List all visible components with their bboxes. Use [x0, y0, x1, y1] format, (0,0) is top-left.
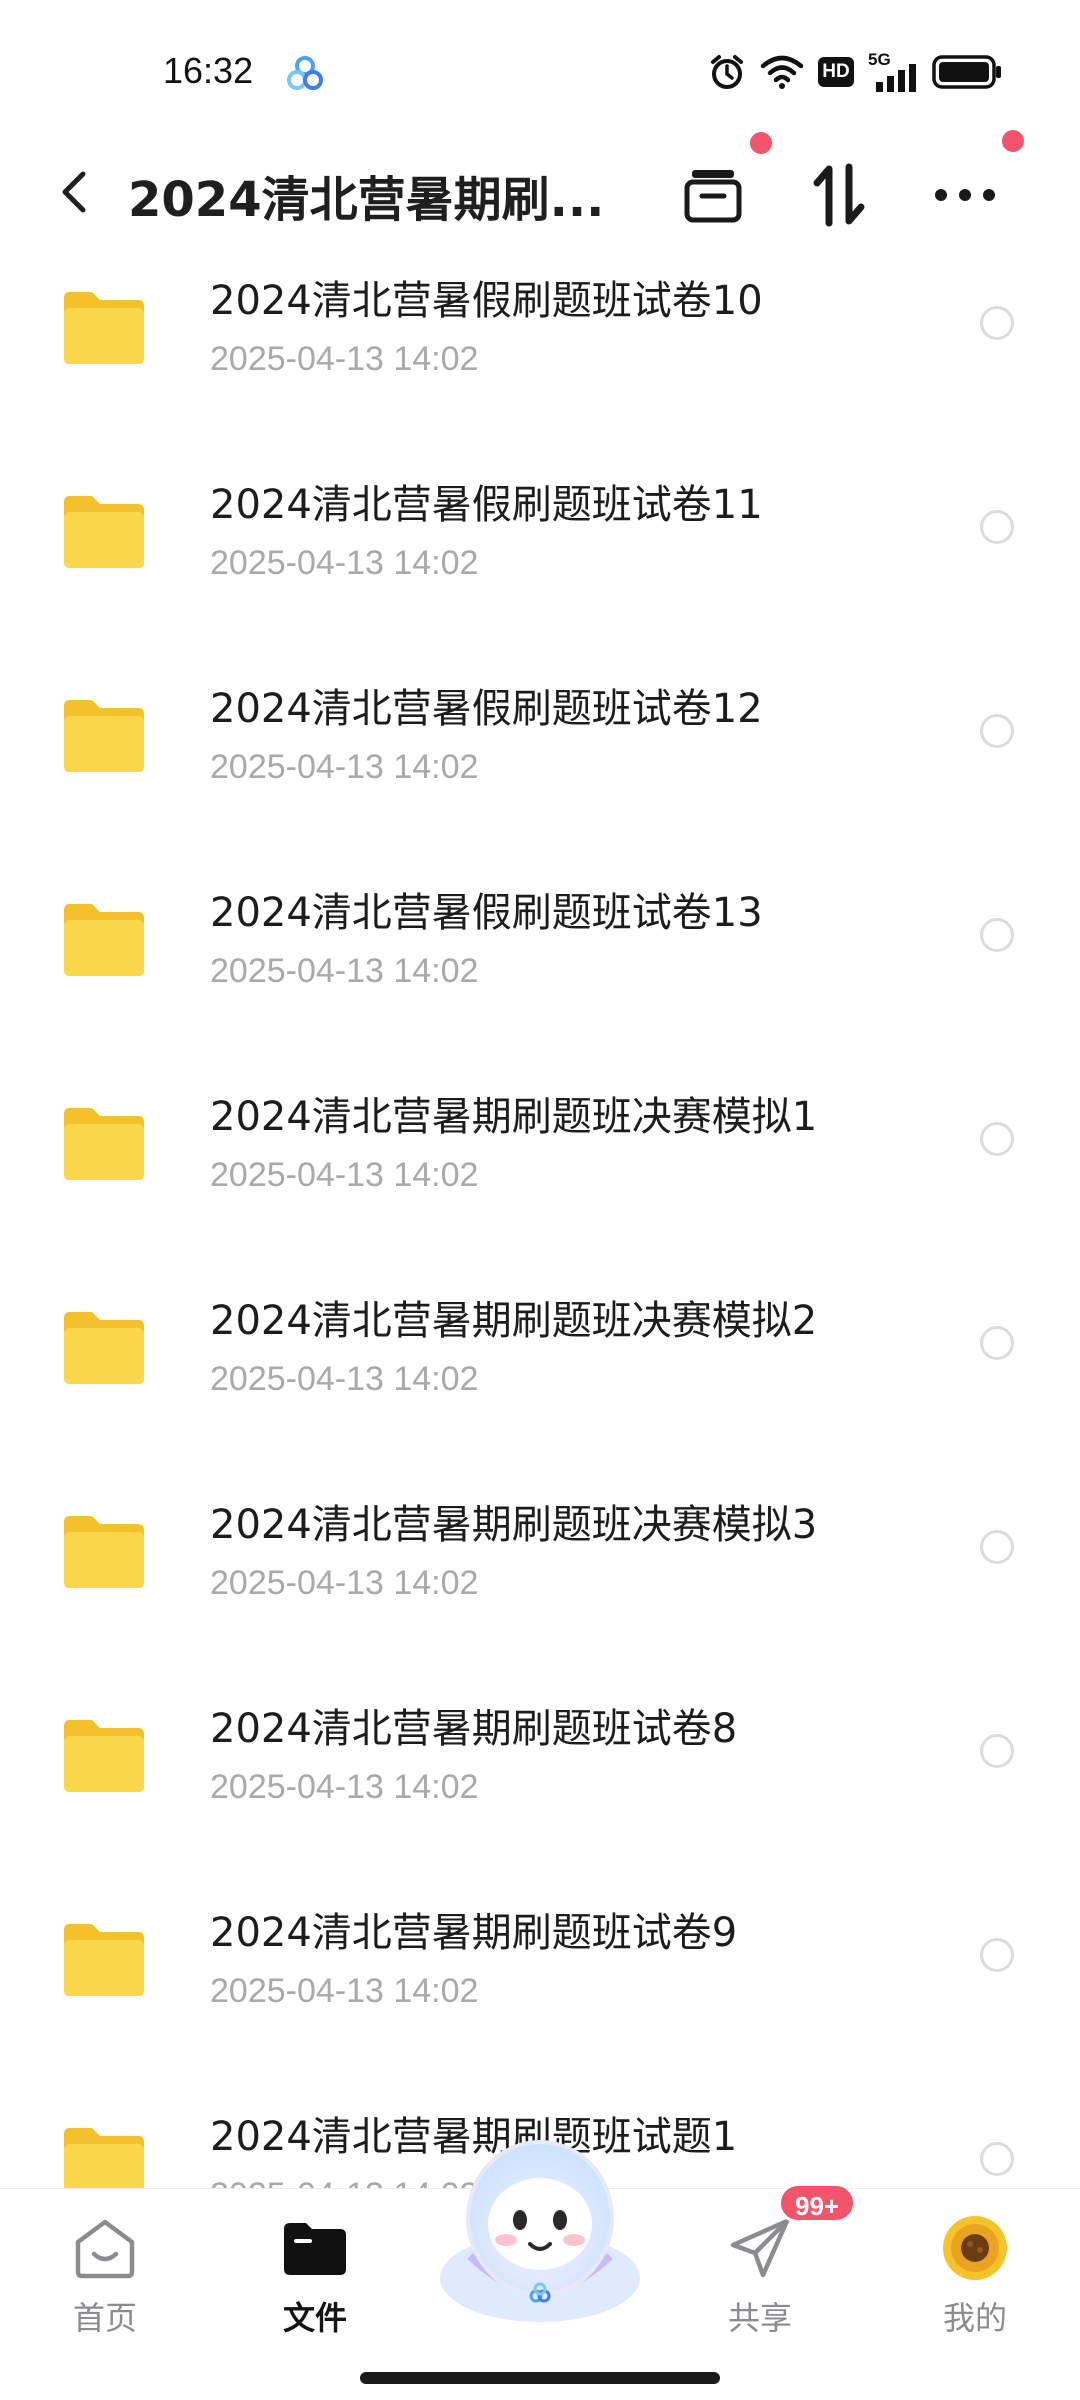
- status-icons: HD 5G: [708, 50, 1002, 94]
- select-radio[interactable]: [980, 714, 1014, 748]
- status-bar: 16:32 HD 5G: [0, 0, 1080, 140]
- home-indicator[interactable]: [360, 2372, 720, 2384]
- file-name: 2024清北营暑期刷题班试卷8: [210, 1706, 738, 1752]
- page-title: 2024清北营暑期刷...: [128, 172, 605, 228]
- sort-button[interactable]: [802, 158, 876, 232]
- file-name: 2024清北营暑期刷题班决赛模拟1: [210, 1094, 818, 1140]
- nav-me-label: 我的: [942, 2299, 1007, 2337]
- folder-icon: [64, 1312, 144, 1384]
- back-button[interactable]: [44, 162, 104, 222]
- file-list: 2024清北营暑假刷题班试卷10 2025-04-13 14:02 2024清北…: [0, 250, 1080, 2190]
- file-row[interactable]: 2024清北营暑期刷题班决赛模拟1 2025-04-13 14:02: [0, 1066, 1080, 1270]
- folder-icon: [64, 904, 144, 976]
- file-row[interactable]: 2024清北营暑假刷题班试卷12 2025-04-13 14:02: [0, 658, 1080, 862]
- more-icon: [935, 189, 995, 201]
- file-name: 2024清北营暑假刷题班试卷11: [210, 482, 763, 528]
- hd-icon: HD: [818, 57, 854, 87]
- folder-icon: [284, 2223, 346, 2275]
- file-name: 2024清北营暑期刷题班试卷9: [210, 1910, 738, 1956]
- archive-notification-dot: [750, 132, 772, 154]
- baidu-netdisk-app-icon: [287, 56, 323, 90]
- nav-files[interactable]: 文件: [245, 2213, 385, 2343]
- select-radio[interactable]: [980, 1122, 1014, 1156]
- mascot-icon: [440, 2140, 640, 2322]
- file-date: 2025-04-13 14:02: [210, 1972, 479, 2010]
- folder-icon: [64, 1720, 144, 1792]
- file-name: 2024清北营暑假刷题班试卷13: [210, 890, 763, 936]
- file-row[interactable]: 2024清北营暑期刷题班试卷8 2025-04-13 14:02: [0, 1678, 1080, 1882]
- folder-icon: [64, 700, 144, 772]
- folder-icon: [64, 1516, 144, 1588]
- select-radio[interactable]: [980, 306, 1014, 340]
- home-icon: [75, 2219, 135, 2279]
- file-row[interactable]: 2024清北营暑期刷题班决赛模拟3 2025-04-13 14:02: [0, 1474, 1080, 1678]
- select-radio[interactable]: [980, 1734, 1014, 1768]
- folder-icon: [64, 292, 144, 364]
- nav-share-label: 共享: [727, 2299, 792, 2337]
- select-radio[interactable]: [980, 1326, 1014, 1360]
- file-name: 2024清北营暑假刷题班试卷10: [210, 278, 763, 324]
- nav-files-label: 文件: [282, 2299, 347, 2337]
- avatar: [943, 2216, 1007, 2280]
- file-row[interactable]: 2024清北营暑假刷题班试卷11 2025-04-13 14:02: [0, 454, 1080, 658]
- nav-me[interactable]: 我的: [905, 2213, 1045, 2343]
- select-radio[interactable]: [980, 2142, 1014, 2176]
- file-date: 2025-04-13 14:02: [210, 1156, 479, 1194]
- file-date: 2025-04-13 14:02: [210, 1564, 479, 1602]
- file-name: 2024清北营暑期刷题班决赛模拟3: [210, 1502, 818, 1548]
- sort-icon: [813, 163, 865, 227]
- file-name: 2024清北营暑假刷题班试卷12: [210, 686, 763, 732]
- chevron-left-icon: [62, 171, 86, 213]
- select-radio[interactable]: [980, 1938, 1014, 1972]
- file-date: 2025-04-13 14:02: [210, 1360, 479, 1398]
- alarm-icon: [711, 55, 743, 89]
- folder-icon: [64, 1924, 144, 1996]
- share-badge: 99+: [778, 2183, 857, 2223]
- file-date: 2025-04-13 14:02: [210, 544, 479, 582]
- status-time: 16:32: [163, 50, 254, 91]
- battery-icon: [932, 55, 1001, 89]
- select-radio[interactable]: [980, 510, 1014, 544]
- 5g-signal-icon: 5G: [868, 50, 918, 92]
- select-radio[interactable]: [980, 1530, 1014, 1564]
- nav-home[interactable]: 首页: [35, 2213, 175, 2343]
- folder-icon: [64, 2128, 144, 2190]
- folder-icon: [64, 496, 144, 568]
- more-notification-dot: [1002, 130, 1024, 152]
- select-radio[interactable]: [980, 918, 1014, 952]
- file-name: 2024清北营暑期刷题班决赛模拟2: [210, 1298, 818, 1344]
- folder-icon: [64, 1108, 144, 1180]
- file-date: 2025-04-13 14:02: [210, 748, 479, 786]
- ai-assistant-button[interactable]: [430, 2128, 650, 2328]
- file-row[interactable]: 2024清北营暑假刷题班试卷10 2025-04-13 14:02: [0, 250, 1080, 454]
- file-date: 2025-04-13 14:02: [210, 952, 479, 990]
- file-date: 2025-04-13 14:02: [210, 340, 479, 378]
- file-date: 2025-04-13 14:02: [210, 1768, 479, 1806]
- nav-home-label: 首页: [72, 2299, 137, 2337]
- wifi-icon: [760, 55, 804, 89]
- header-bar: 2024清北营暑期刷...: [0, 130, 1080, 250]
- archive-button[interactable]: [676, 158, 750, 232]
- nav-share[interactable]: 共享: [690, 2213, 830, 2343]
- file-row[interactable]: 2024清北营暑期刷题班试卷9 2025-04-13 14:02: [0, 1882, 1080, 2086]
- send-icon: [730, 2218, 790, 2278]
- file-row[interactable]: 2024清北营暑假刷题班试卷13 2025-04-13 14:02: [0, 862, 1080, 1066]
- more-options-button[interactable]: [928, 158, 1002, 232]
- archive-icon: [684, 170, 742, 223]
- file-row[interactable]: 2024清北营暑期刷题班决赛模拟2 2025-04-13 14:02: [0, 1270, 1080, 1474]
